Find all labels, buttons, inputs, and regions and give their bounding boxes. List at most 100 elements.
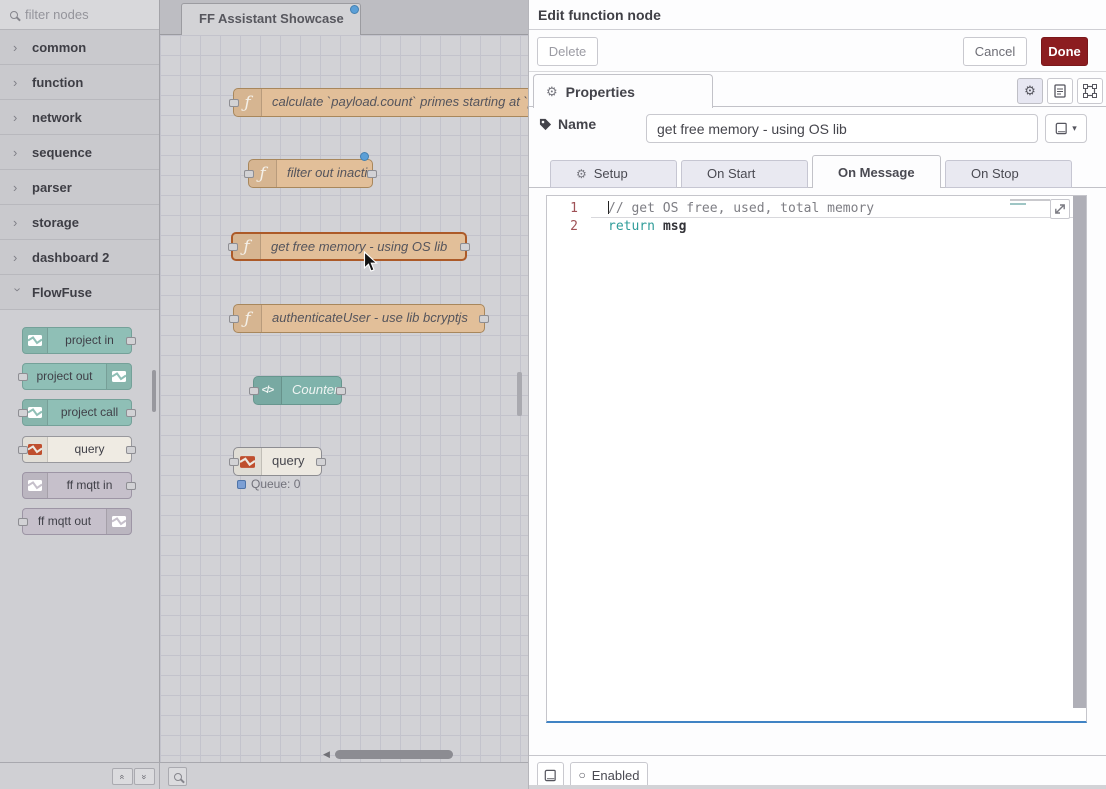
- editor-scrollbar[interactable]: [1073, 196, 1086, 708]
- category-label: function: [32, 75, 83, 90]
- name-label: Name: [539, 116, 596, 132]
- code-line: 1 // get OS free, used, total memory: [547, 200, 1086, 218]
- input-port[interactable]: [229, 458, 239, 466]
- tab-label: On Start: [707, 166, 755, 181]
- palette-category-common[interactable]: ›common: [0, 30, 159, 65]
- dialog-title: Edit function node: [529, 0, 1106, 30]
- palette-node-project-in[interactable]: project in: [22, 327, 132, 354]
- selection-box-icon: [1083, 84, 1097, 98]
- dialog-tab-bar: ⚙ Properties ⚙: [529, 72, 1106, 107]
- output-port[interactable]: [479, 315, 489, 323]
- search-icon: [10, 11, 18, 19]
- done-button[interactable]: Done: [1041, 37, 1088, 66]
- node-authenticate-user[interactable]: ƒ authenticateUser - use lib bcryptjs: [233, 304, 485, 333]
- line-number: 2: [547, 218, 591, 236]
- node-red-app: ›common ›function ›network ›sequence ›pa…: [0, 0, 1106, 789]
- tab-label: Properties: [566, 84, 635, 100]
- output-port[interactable]: [460, 243, 470, 251]
- tab-on-stop[interactable]: On Stop: [945, 160, 1072, 188]
- expand-icon: [1054, 203, 1066, 215]
- tab-on-start[interactable]: On Start: [681, 160, 808, 188]
- vertical-scrollbar[interactable]: [517, 372, 522, 416]
- node-query[interactable]: query: [233, 447, 322, 476]
- code-editor[interactable]: 1 // get OS free, used, total memory 2 r…: [546, 195, 1087, 723]
- input-port[interactable]: [18, 446, 28, 454]
- cancel-button[interactable]: Cancel: [963, 37, 1027, 66]
- output-port[interactable]: [126, 446, 136, 454]
- palette-category-parser[interactable]: › parser: [0, 170, 159, 205]
- hscroll-left-arrow[interactable]: ◀: [323, 749, 330, 760]
- output-port[interactable]: [126, 337, 136, 345]
- flowfuse-icon: [23, 473, 48, 498]
- palette-node-ff-mqtt-out[interactable]: ff mqtt out: [22, 508, 132, 535]
- node-filter-out-inactive[interactable]: ƒ filter out inactive: [248, 159, 373, 188]
- palette-category-storage[interactable]: ›storage: [0, 205, 159, 240]
- palette-category-flowfuse[interactable]: ›FlowFuse: [0, 275, 159, 310]
- editor-expand-button[interactable]: [1050, 199, 1070, 219]
- chevron-right-icon: ›: [13, 180, 23, 195]
- palette-collapse-all-button[interactable]: «: [112, 768, 133, 785]
- input-port[interactable]: [18, 409, 28, 417]
- palette-category-function[interactable]: ›function: [0, 65, 159, 100]
- code-text: returnmsg: [591, 218, 1086, 236]
- appearance-view-button[interactable]: [1077, 78, 1103, 104]
- input-port[interactable]: [229, 315, 239, 323]
- tab-on-message[interactable]: On Message: [812, 155, 941, 188]
- tab-label: Setup: [594, 166, 628, 181]
- name-input[interactable]: [646, 114, 1038, 143]
- palette-scrollbar[interactable]: [152, 370, 156, 412]
- flow-canvas[interactable]: [160, 35, 528, 762]
- palette-category-dashboard2[interactable]: ›dashboard 2: [0, 240, 159, 275]
- code-line: 2 returnmsg: [547, 218, 1086, 236]
- code-comment: // get OS free, used, total memory: [608, 201, 874, 216]
- library-dropdown-button[interactable]: ▾: [1045, 114, 1087, 143]
- input-port[interactable]: [18, 373, 28, 381]
- flow-tab[interactable]: FF Assistant Showcase: [181, 3, 361, 35]
- node-get-free-memory[interactable]: ƒ get free memory - using OS lib: [231, 232, 467, 261]
- palette-node-label: project out: [23, 364, 106, 389]
- palette-node-project-call[interactable]: project call: [22, 399, 132, 426]
- chevron-right-icon: ›: [13, 215, 23, 230]
- node-changed-dot: [360, 152, 369, 161]
- palette-category-sequence[interactable]: ›sequence: [0, 135, 159, 170]
- palette-node-project-out[interactable]: project out: [22, 363, 132, 390]
- properties-view-button[interactable]: ⚙: [1017, 78, 1043, 104]
- input-port[interactable]: [18, 518, 28, 526]
- input-port[interactable]: [244, 170, 254, 178]
- gear-icon: ⚙: [576, 167, 587, 181]
- node-label: filter out inactive: [277, 160, 372, 187]
- output-port[interactable]: [126, 482, 136, 490]
- description-view-button[interactable]: [1047, 78, 1073, 104]
- input-port[interactable]: [228, 243, 238, 251]
- document-icon: [1054, 84, 1066, 98]
- palette-sidebar: ›common ›function ›network ›sequence ›pa…: [0, 0, 160, 789]
- palette-filter-input[interactable]: [25, 7, 145, 22]
- output-port[interactable]: [126, 409, 136, 417]
- output-port[interactable]: [367, 170, 377, 178]
- input-port[interactable]: [229, 99, 239, 107]
- input-port[interactable]: [249, 387, 259, 395]
- palette-node-ff-mqtt-in[interactable]: ff mqtt in: [22, 472, 132, 499]
- editor-minimap: [1010, 199, 1054, 205]
- node-label: get free memory - using OS lib: [261, 234, 465, 259]
- delete-button[interactable]: Delete: [537, 37, 598, 66]
- panel-bottom-strip: [529, 785, 1106, 789]
- status-text: Queue: 0: [251, 477, 300, 491]
- palette-expand-all-button[interactable]: »: [134, 768, 155, 785]
- tab-setup[interactable]: ⚙ Setup: [550, 160, 677, 188]
- palette-node-query[interactable]: query: [22, 436, 132, 463]
- tab-properties[interactable]: ⚙ Properties: [533, 74, 713, 108]
- output-port[interactable]: [316, 458, 326, 466]
- double-chevron-up-icon: «: [117, 774, 127, 779]
- category-label: parser: [32, 180, 72, 195]
- palette-category-network[interactable]: ›network: [0, 100, 159, 135]
- output-port[interactable]: [336, 387, 346, 395]
- horizontal-scrollbar[interactable]: [335, 750, 453, 759]
- name-field-row: Name ▾: [529, 108, 1106, 152]
- node-status: Queue: 0: [237, 477, 300, 491]
- zoom-search-button[interactable]: [168, 767, 187, 786]
- node-calculate-primes[interactable]: ƒ calculate `payload.count` primes start…: [233, 88, 528, 117]
- node-label: authenticateUser - use lib bcryptjs: [262, 305, 484, 332]
- category-label: dashboard 2: [32, 250, 109, 265]
- node-counter[interactable]: </> Counter: [253, 376, 342, 405]
